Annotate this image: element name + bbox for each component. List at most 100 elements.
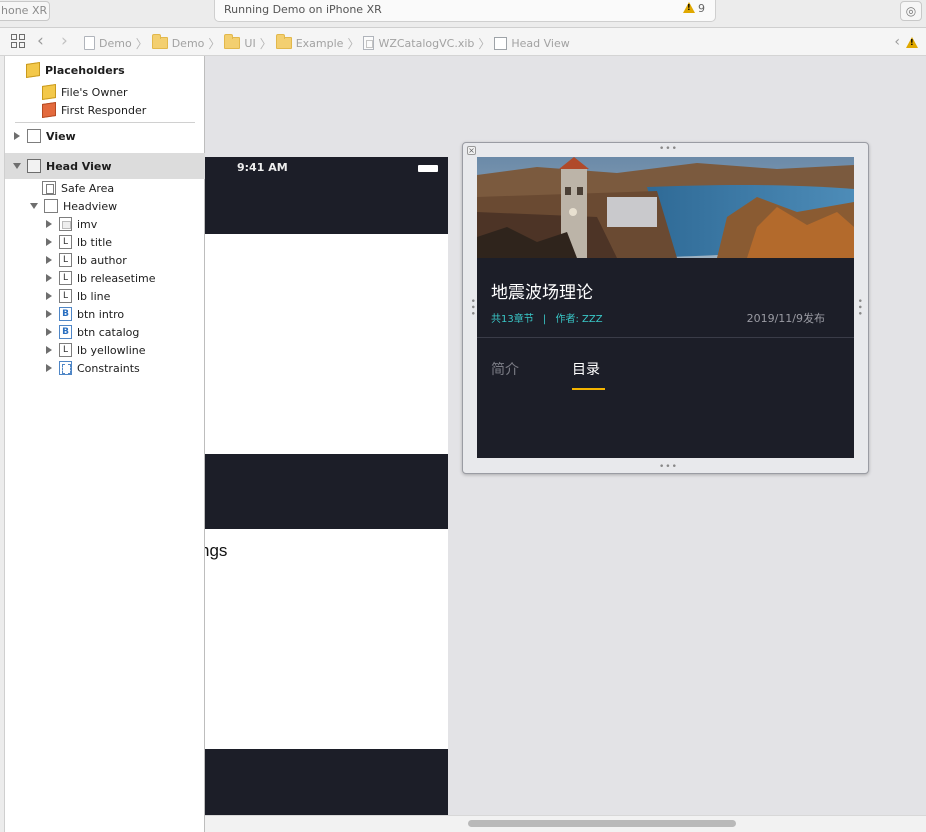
crumb-xib-file[interactable]: WZCatalogVC.xib 〉 bbox=[363, 35, 494, 52]
lb-line bbox=[477, 337, 854, 338]
outline-lb-author[interactable]: L lb author bbox=[46, 251, 127, 269]
issue-back-icon[interactable]: ‹ bbox=[894, 34, 900, 50]
files-owner-cube-icon bbox=[42, 84, 56, 100]
issue-warning-icon[interactable] bbox=[906, 36, 918, 48]
resize-handle-top[interactable]: ••• bbox=[659, 144, 678, 154]
label-icon: L bbox=[59, 289, 72, 303]
jump-bar: ‹ › Demo 〉 Demo 〉 UI 〉 Example 〉 WZCatalogVC… bbox=[0, 28, 926, 56]
view-controller-scene[interactable]: 9:41 AM ngs bbox=[200, 157, 448, 817]
disclosure-triangle-icon[interactable] bbox=[46, 220, 52, 228]
disclosure-triangle-icon[interactable] bbox=[46, 256, 52, 264]
outline-files-owner[interactable]: File's Owner bbox=[42, 83, 128, 101]
status-time: 9:41 AM bbox=[237, 161, 288, 174]
outline-view[interactable]: View bbox=[14, 127, 76, 145]
first-responder-cube-icon bbox=[42, 102, 56, 118]
back-arrow-icon[interactable]: ‹ bbox=[37, 31, 44, 51]
project-file-icon bbox=[84, 36, 95, 50]
chapter-count: 共13章节 bbox=[491, 314, 534, 325]
phone-content-area bbox=[205, 234, 448, 454]
scrollbar-thumb[interactable] bbox=[468, 820, 736, 827]
crumb-group-example[interactable]: Example 〉 bbox=[275, 34, 364, 52]
crumb-project[interactable]: Demo 〉 bbox=[84, 35, 152, 52]
outline-placeholders[interactable]: Placeholders bbox=[26, 61, 125, 79]
meta-divider: | bbox=[542, 314, 547, 325]
safe-area-icon bbox=[42, 181, 56, 195]
crumb-head-view[interactable]: Head View bbox=[494, 36, 570, 50]
phone-content-area-2: ngs bbox=[200, 529, 448, 749]
disclosure-triangle-icon[interactable] bbox=[46, 274, 52, 282]
phone-status-bar: 9:41 AM bbox=[205, 157, 448, 234]
phone-bottom-band bbox=[205, 749, 448, 817]
head-view[interactable]: 地震波场理论 共13章节 | 作者: ZZZ 2019/11/9发布 简介 目录 bbox=[477, 157, 854, 458]
outline-constraints[interactable]: Constraints bbox=[46, 359, 140, 377]
view-icon bbox=[27, 129, 41, 143]
button-icon: B bbox=[59, 325, 72, 339]
scheme-selector[interactable]: hone XR bbox=[0, 1, 50, 21]
outline-btn-intro[interactable]: B btn intro bbox=[46, 305, 124, 323]
crumb-group-ui[interactable]: UI 〉 bbox=[224, 34, 275, 52]
constraints-icon bbox=[59, 361, 72, 375]
warning-indicator[interactable]: 9 bbox=[683, 2, 705, 15]
canvas-horizontal-scrollbar[interactable] bbox=[205, 815, 926, 832]
forward-arrow-icon[interactable]: › bbox=[61, 31, 68, 51]
outline-divider bbox=[15, 122, 195, 123]
disclosure-triangle-icon[interactable] bbox=[46, 346, 52, 354]
battery-icon bbox=[418, 165, 438, 172]
label-icon: L bbox=[59, 253, 72, 267]
crumb-group-demo[interactable]: Demo 〉 bbox=[151, 34, 225, 52]
outline-imv[interactable]: imv bbox=[46, 215, 97, 233]
folder-icon bbox=[224, 34, 241, 49]
lb-author: 共13章节 | 作者: ZZZ bbox=[491, 310, 609, 325]
disclosure-triangle-icon[interactable] bbox=[14, 132, 20, 140]
lb-releasetime: 2019/11/9发布 bbox=[746, 312, 825, 325]
jump-bar-right: ‹ bbox=[894, 34, 921, 50]
related-items-icon[interactable] bbox=[11, 34, 27, 50]
close-icon[interactable]: × bbox=[467, 146, 476, 155]
activity-viewer: Running Demo on iPhone XR 9 bbox=[214, 0, 716, 22]
label-icon: L bbox=[59, 271, 72, 285]
resize-handle-left[interactable]: ••• bbox=[467, 298, 477, 317]
phone-dark-band bbox=[205, 454, 448, 529]
button-icon: B bbox=[59, 307, 72, 321]
outline-lb-releasetime[interactable]: L lb releasetime bbox=[46, 269, 156, 287]
author-name: 作者: ZZZ bbox=[555, 314, 603, 325]
disclosure-triangle-icon[interactable] bbox=[46, 364, 52, 372]
label-icon: L bbox=[59, 235, 72, 249]
view-icon bbox=[494, 36, 508, 50]
label-icon: L bbox=[59, 343, 72, 357]
outline-lb-title[interactable]: L lb title bbox=[46, 233, 112, 251]
outline-first-responder[interactable]: First Responder bbox=[42, 101, 146, 119]
window-toolbar: hone XR Running Demo on iPhone XR 9 ◎ bbox=[0, 0, 926, 28]
breadcrumb: Demo 〉 Demo 〉 UI 〉 Example 〉 WZCatalogVC.xib… bbox=[84, 34, 570, 52]
outline-headview[interactable]: Headview bbox=[30, 197, 117, 215]
btn-catalog[interactable]: 目录 bbox=[572, 359, 600, 379]
resize-handle-bottom[interactable]: ••• bbox=[659, 462, 678, 472]
btn-intro[interactable]: 简介 bbox=[491, 359, 519, 379]
lb-yellowline bbox=[572, 388, 605, 390]
outline-head-view[interactable]: Head View bbox=[13, 157, 112, 175]
disclosure-triangle-icon[interactable] bbox=[46, 238, 52, 246]
folder-icon bbox=[151, 34, 168, 49]
outline-lb-yellowline[interactable]: L lb yellowline bbox=[46, 341, 146, 359]
cover-image bbox=[477, 157, 854, 258]
xib-file-icon bbox=[363, 36, 375, 50]
image-view-icon bbox=[59, 217, 72, 231]
view-icon bbox=[44, 199, 58, 213]
outline-btn-catalog[interactable]: B btn catalog bbox=[46, 323, 139, 341]
disclosure-triangle-icon[interactable] bbox=[46, 310, 52, 318]
resize-handle-right[interactable]: ••• bbox=[854, 298, 864, 317]
disclosure-triangle-icon[interactable] bbox=[46, 328, 52, 336]
outline-safe-area[interactable]: Safe Area bbox=[42, 179, 114, 197]
view-icon bbox=[27, 159, 41, 173]
lb-title: 地震波场理论 bbox=[491, 283, 593, 303]
folder-icon bbox=[275, 34, 292, 49]
warning-icon bbox=[683, 2, 695, 13]
disclosure-open-icon[interactable] bbox=[30, 203, 38, 209]
outline-lb-line[interactable]: L lb line bbox=[46, 287, 110, 305]
disclosure-open-icon[interactable] bbox=[13, 163, 21, 169]
placeholder-cube-icon bbox=[26, 62, 40, 78]
activity-status: Running Demo on iPhone XR bbox=[224, 3, 382, 16]
toolbar-right-button[interactable]: ◎ bbox=[900, 1, 922, 21]
disclosure-triangle-icon[interactable] bbox=[46, 292, 52, 300]
warning-count: 9 bbox=[698, 2, 705, 15]
